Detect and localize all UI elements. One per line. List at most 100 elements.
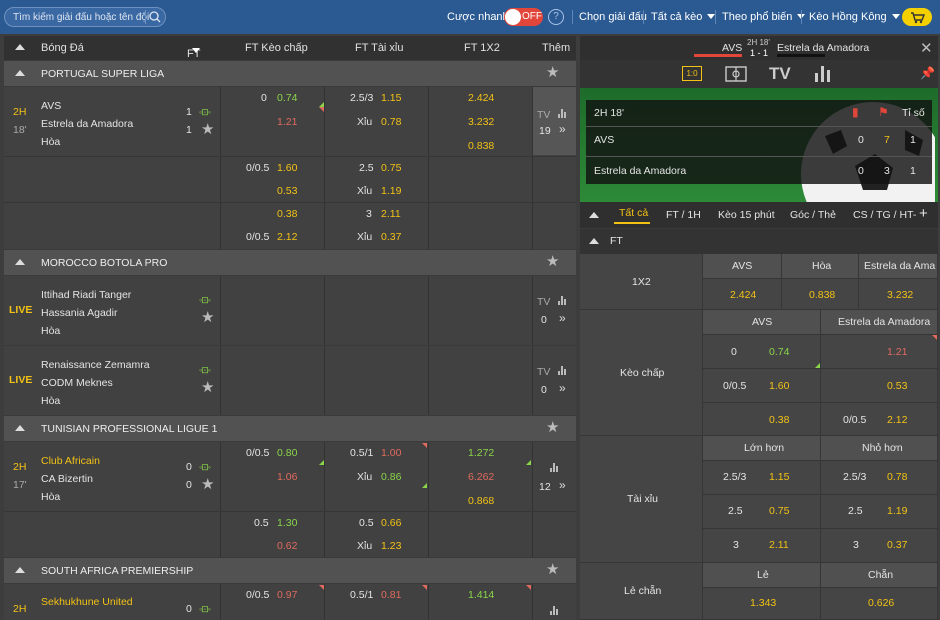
- search-icon[interactable]: [145, 10, 161, 24]
- odds-cell[interactable]: 0.838: [782, 279, 859, 310]
- collapse-all-icon[interactable]: [15, 44, 25, 50]
- bet-slip-button[interactable]: [902, 8, 932, 26]
- plus-icon[interactable]: +: [919, 205, 928, 222]
- handicap-home-odds[interactable]: 0.74: [277, 92, 297, 104]
- odds-cell[interactable]: 0.53: [821, 369, 938, 403]
- field-stats-icon[interactable]: ◦⊡◦: [199, 365, 215, 375]
- handicap-home-odds[interactable]: 0.38: [277, 208, 297, 220]
- odds-cell[interactable]: 2.5 1.19: [821, 495, 938, 529]
- handicap-away-odds[interactable]: 2.12: [277, 231, 297, 243]
- away-win-odds[interactable]: 3.232: [468, 116, 494, 128]
- more-markets-count[interactable]: 0: [541, 384, 547, 396]
- star-icon[interactable]: ★: [201, 477, 214, 492]
- handicap-away-odds[interactable]: 1.21: [277, 116, 297, 128]
- section-header-ft[interactable]: FT: [580, 229, 938, 254]
- star-icon[interactable]: ★: [201, 380, 214, 395]
- field-stats-icon[interactable]: ◦⊡◦: [199, 462, 215, 472]
- handicap-away-odds[interactable]: 0.53: [277, 185, 297, 197]
- home-win-odds[interactable]: 1.414: [468, 589, 494, 601]
- odds-cell[interactable]: 1.21: [821, 335, 938, 369]
- handicap-home-odds[interactable]: 1.30: [277, 517, 297, 529]
- more-markets-count[interactable]: 19: [539, 125, 551, 137]
- league-header[interactable]: PORTUGAL SUPER LIGA ★: [4, 61, 576, 86]
- odds-cell[interactable]: 1.343: [703, 588, 821, 620]
- collapse-icon[interactable]: [15, 567, 25, 573]
- home-win-odds[interactable]: 2.424: [468, 92, 494, 104]
- star-icon[interactable]: ★: [201, 310, 214, 325]
- search-input[interactable]: Tìm kiếm giải đấu hoặc tên đội: [4, 7, 166, 27]
- pin-icon[interactable]: 📌: [920, 66, 935, 80]
- odds-cell[interactable]: 0 0.74: [703, 335, 821, 369]
- star-icon[interactable]: ★: [546, 562, 559, 577]
- under-odds[interactable]: 0.37: [381, 231, 401, 243]
- star-icon[interactable]: ★: [546, 65, 559, 80]
- stats-icon[interactable]: [549, 463, 577, 472]
- under-odds[interactable]: 0.86: [381, 471, 401, 483]
- handicap-home-odds[interactable]: 0.97: [277, 589, 297, 601]
- tv-cell[interactable]: [533, 87, 576, 155]
- odds-cell[interactable]: 0.626: [821, 588, 938, 620]
- star-icon[interactable]: ★: [201, 122, 214, 137]
- tv-button[interactable]: TV: [537, 366, 550, 378]
- odds-cell[interactable]: 2.5/3 0.78: [821, 461, 938, 495]
- over-odds[interactable]: 1.15: [381, 92, 401, 104]
- draw-odds[interactable]: 0.838: [468, 140, 494, 152]
- tab-ft-1h[interactable]: FT / 1H: [666, 209, 701, 221]
- stats-icon[interactable]: [549, 606, 576, 615]
- quick-bet-toggle[interactable]: OFF: [504, 8, 543, 26]
- collapse-icon[interactable]: [15, 425, 25, 431]
- collapse-icon[interactable]: [589, 238, 599, 244]
- under-odds[interactable]: 1.19: [381, 185, 401, 197]
- all-odds-dropdown[interactable]: Tất cả kèo: [651, 11, 716, 23]
- expand-icon[interactable]: »: [559, 311, 566, 325]
- odds-cell[interactable]: 2.5/3 1.15: [703, 461, 821, 495]
- tab-15min[interactable]: Kèo 15 phút: [718, 209, 775, 221]
- handicap-home-odds[interactable]: 0.80: [277, 447, 297, 459]
- field-stats-icon[interactable]: ◦⊡◦: [199, 295, 215, 305]
- tv-icon[interactable]: TV: [769, 64, 791, 84]
- odds-cell[interactable]: 3.232: [859, 279, 938, 310]
- close-icon[interactable]: ✕: [920, 39, 933, 57]
- over-odds[interactable]: 0.81: [381, 589, 401, 601]
- more-markets-count[interactable]: 0: [541, 314, 547, 326]
- away-win-odds[interactable]: 6.262: [468, 471, 494, 483]
- pitch-view-icon[interactable]: [725, 66, 747, 82]
- collapse-icon[interactable]: [589, 212, 599, 218]
- odds-cell[interactable]: 3 0.37: [821, 529, 938, 563]
- field-stats-icon[interactable]: ◦⊡◦: [199, 107, 215, 117]
- tv-button[interactable]: TV: [537, 109, 550, 121]
- under-odds[interactable]: 1.23: [381, 540, 401, 552]
- odds-cell[interactable]: 0/0.5 2.12: [821, 403, 938, 436]
- help-icon[interactable]: ?: [548, 9, 564, 25]
- under-odds[interactable]: 0.78: [381, 116, 401, 128]
- over-odds[interactable]: 1.00: [381, 447, 401, 459]
- odds-cell[interactable]: 2.5 0.75: [703, 495, 821, 529]
- odds-type-dropdown[interactable]: Kèo Hồng Kông: [809, 11, 900, 23]
- league-header[interactable]: TUNISIAN PROFESSIONAL LIGUE 1 ★: [4, 416, 576, 441]
- odds-cell[interactable]: 3 2.11: [703, 529, 821, 563]
- tab-all[interactable]: Tất cả: [619, 207, 648, 219]
- home-win-odds[interactable]: 1.272: [468, 447, 494, 459]
- tab-cs-tg-ht[interactable]: CS / TG / HT-: [853, 209, 916, 221]
- field-stats-icon[interactable]: ◦⊡◦: [199, 604, 215, 614]
- over-odds[interactable]: 2.11: [381, 208, 401, 220]
- star-icon[interactable]: ★: [546, 254, 559, 269]
- scoreboard-icon[interactable]: 1:0: [682, 66, 702, 81]
- collapse-icon[interactable]: [15, 70, 25, 76]
- expand-icon[interactable]: »: [559, 122, 566, 136]
- expand-icon[interactable]: »: [559, 381, 566, 395]
- over-odds[interactable]: 0.75: [381, 162, 401, 174]
- league-header[interactable]: SOUTH AFRICA PREMIERSHIP ★: [4, 558, 576, 583]
- tab-corners-cards[interactable]: Góc / Thẻ: [790, 209, 836, 221]
- league-header[interactable]: MOROCCO BOTOLA PRO ★: [4, 250, 576, 275]
- odds-cell[interactable]: 0/0.5 1.60: [703, 369, 821, 403]
- odds-cell[interactable]: 2.424: [703, 279, 782, 310]
- odds-cell[interactable]: 0.38: [703, 403, 821, 436]
- collapse-icon[interactable]: [15, 259, 25, 265]
- star-icon[interactable]: ★: [546, 420, 559, 435]
- expand-icon[interactable]: »: [559, 478, 566, 492]
- sort-dropdown[interactable]: Theo phổ biến: [722, 11, 806, 23]
- choose-league-button[interactable]: Chọn giải đấu: [579, 11, 647, 23]
- handicap-away-odds[interactable]: 0.62: [277, 540, 297, 552]
- handicap-away-odds[interactable]: 1.06: [277, 471, 297, 483]
